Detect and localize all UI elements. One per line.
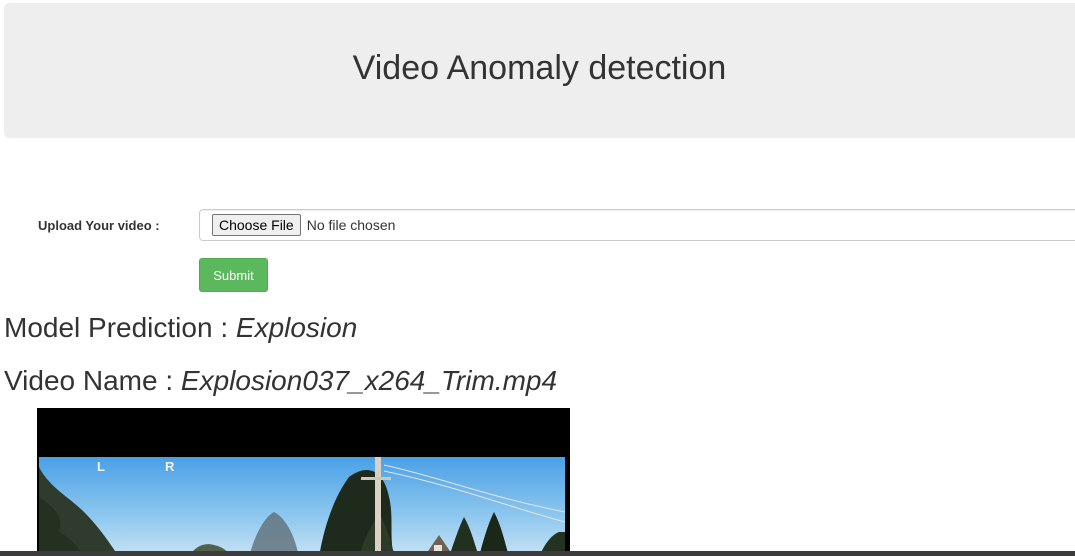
prediction-value: Explosion [235,312,358,343]
model-prediction: Model Prediction : Explosion [4,312,357,344]
header-banner: Video Anomaly detection [4,3,1075,138]
page-title: Video Anomaly detection [352,49,727,87]
bottom-bar [0,551,1075,556]
upload-label: Upload Your video : [38,218,160,233]
prediction-label: Model Prediction : [4,312,236,343]
video-player[interactable]: L R [37,408,570,551]
choose-file-button[interactable]: Choose File [212,214,301,236]
video-name-label: Video Name : [4,365,181,396]
video-name-value: Explosion037_x264_Trim.mp4 [180,365,558,396]
submit-button[interactable]: Submit [199,258,268,292]
video-name: Video Name : Explosion037_x264_Trim.mp4 [4,365,557,397]
video-file-input[interactable]: Choose File No file chosen [199,209,1075,241]
overlay-marker-left: L [97,459,105,474]
video-frame: L R [39,457,565,551]
overlay-marker-right: R [165,459,175,474]
file-status-text: No file chosen [306,217,396,233]
